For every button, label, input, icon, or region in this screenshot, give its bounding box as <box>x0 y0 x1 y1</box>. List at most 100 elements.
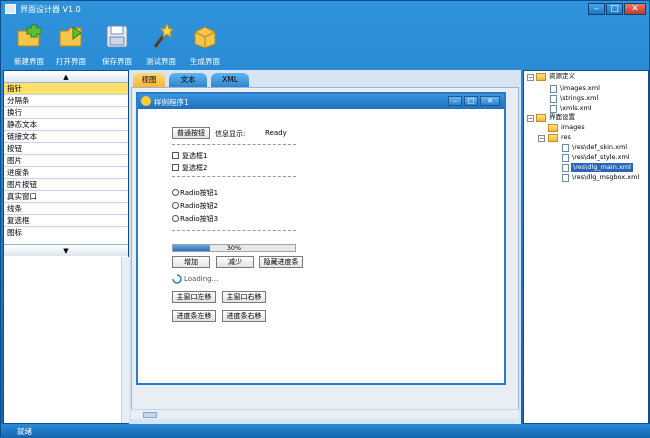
normal-button[interactable]: 普通按钮 <box>172 127 210 139</box>
dialog-app-icon <box>141 96 151 106</box>
palette-item-real-window[interactable]: 真实窗口 <box>4 191 128 203</box>
status-bar: 就绪 <box>1 424 650 438</box>
folder-icon <box>536 114 546 122</box>
open-ui-button[interactable]: 打开界面 <box>47 21 95 67</box>
tree-node-images-folder[interactable]: images <box>561 123 585 132</box>
window-title: 界面设计器 V1.0 <box>20 5 81 14</box>
resource-tree: − 资源定义 \images.xml \strings.xml \xmls.xm… <box>523 70 649 424</box>
generate-ui-button[interactable]: 生成界面 <box>181 21 229 67</box>
tree-node-strings-xml[interactable]: \strings.xml <box>560 94 598 103</box>
checkbox-2[interactable] <box>172 164 179 171</box>
palette-item-image-button[interactable]: 图片按钮 <box>4 179 128 191</box>
file-icon <box>550 85 557 93</box>
palette-item-newline[interactable]: 换行 <box>4 107 128 119</box>
dialog-title-bar[interactable]: 样例程序1 – □ ✕ <box>138 94 504 109</box>
radio-2-label: Radio按钮2 <box>180 202 219 210</box>
loading-spinner-icon <box>172 274 182 284</box>
main-window-left-button[interactable]: 主窗口左移 <box>172 291 216 303</box>
palette-item-line[interactable]: 线条 <box>4 203 128 215</box>
palette-item-progress[interactable]: 进度条 <box>4 167 128 179</box>
save-disk-icon <box>106 25 128 48</box>
scrollbar-thumb[interactable] <box>143 412 157 418</box>
title-bar[interactable]: 界面设计器 V1.0 – □ ✕ <box>1 1 650 18</box>
file-icon <box>562 164 569 172</box>
dialog-close-button[interactable]: ✕ <box>480 96 500 106</box>
divider-line <box>172 176 296 177</box>
tab-xml[interactable]: XML <box>211 73 249 87</box>
tree-node-xmls-xml[interactable]: \xmls.xml <box>560 104 592 113</box>
add-button[interactable]: 增加 <box>172 256 210 268</box>
palette-item-button[interactable]: 按钮 <box>4 143 128 155</box>
dialog-maximize-button[interactable]: □ <box>464 96 478 106</box>
palette-scroll-down[interactable]: ▼ <box>4 244 128 256</box>
palette-scroll-up[interactable]: ▲ <box>4 71 128 83</box>
open-folder-icon <box>59 26 82 47</box>
dialog-minimize-button[interactable]: – <box>448 96 462 106</box>
radio-2[interactable] <box>172 202 179 209</box>
file-icon <box>562 144 569 152</box>
palette-item-icon[interactable]: 图标 <box>4 227 128 239</box>
expand-toggle-icon[interactable]: − <box>538 135 545 142</box>
new-ui-label: 新建界面 <box>14 57 44 66</box>
divider-line <box>172 230 296 231</box>
tab-view[interactable]: 视图 <box>133 73 165 87</box>
tab-text[interactable]: 文本 <box>169 73 207 87</box>
palette-item-splitter[interactable]: 分隔条 <box>4 95 128 107</box>
progress-left-button[interactable]: 进度条左移 <box>172 310 216 322</box>
file-icon <box>562 174 569 182</box>
tree-node-res-folder[interactable]: res <box>561 133 571 142</box>
new-ui-button[interactable]: 新建界面 <box>5 21 53 67</box>
test-ui-button[interactable]: 测试界面 <box>137 21 185 67</box>
preview-dialog: 样例程序1 – □ ✕ 普通按钮 信息显示: Ready 复选框1 复选框2 R… <box>136 92 506 385</box>
folder-icon <box>548 134 558 142</box>
status-text: 就绪 <box>17 427 32 436</box>
file-icon <box>562 154 569 162</box>
palette-item-image[interactable]: 图片 <box>4 155 128 167</box>
save-ui-label: 保存界面 <box>102 57 132 66</box>
progress-right-button[interactable]: 进度条右移 <box>222 310 266 322</box>
tree-node-ui-settings[interactable]: 界面设置 <box>549 113 575 122</box>
checkbox-1-label: 复选框1 <box>182 152 208 160</box>
hide-progress-button[interactable]: 隐藏进度条 <box>259 256 303 268</box>
radio-1[interactable] <box>172 189 179 196</box>
checkbox-2-label: 复选框2 <box>182 164 208 172</box>
open-ui-label: 打开界面 <box>56 57 86 66</box>
palette-vertical-scrollbar[interactable] <box>121 257 129 423</box>
tree-node-def-style[interactable]: \res\def_style.xml <box>572 153 630 162</box>
palette-item-static-text[interactable]: 静态文本 <box>4 119 128 131</box>
expand-toggle-icon[interactable]: − <box>527 115 534 122</box>
tree-node-dlg-main[interactable]: \res\dlg_main.xml <box>571 163 633 172</box>
progress-text: 30% <box>226 244 242 252</box>
loading-text: Loading... <box>184 275 219 283</box>
tree-node-images-xml[interactable]: \images.xml <box>560 84 600 93</box>
info-label: 信息显示: <box>215 130 246 138</box>
main-window: 界面设计器 V1.0 – □ ✕ 新建界面 打开界面 保存界面 测试界面 生成界… <box>0 0 650 438</box>
tree-node-resource-def[interactable]: 资源定义 <box>549 72 575 81</box>
radio-1-label: Radio按钮1 <box>180 189 219 197</box>
tree-node-dlg-msgbox[interactable]: \res\dlg_msgbox.xml <box>572 173 639 182</box>
reduce-button[interactable]: 减少 <box>216 256 254 268</box>
save-ui-button[interactable]: 保存界面 <box>93 21 141 67</box>
generate-ui-label: 生成界面 <box>190 57 220 66</box>
file-icon <box>550 95 557 103</box>
toolbar: 新建界面 打开界面 保存界面 测试界面 生成界面 <box>1 18 650 68</box>
new-folder-icon <box>17 24 41 47</box>
expand-toggle-icon[interactable]: − <box>527 74 534 81</box>
magic-wand-icon <box>153 23 173 48</box>
folder-icon <box>536 73 546 81</box>
design-canvas: 样例程序1 – □ ✕ 普通按钮 信息显示: Ready 复选框1 复选框2 R… <box>131 87 519 413</box>
palette-item-checkbox[interactable]: 复选框 <box>4 215 128 227</box>
palette-item-link-text[interactable]: 链接文本 <box>4 131 128 143</box>
palette-item-pointer[interactable]: 指针 <box>4 83 128 95</box>
checkbox-1[interactable] <box>172 152 179 159</box>
designer-horizontal-scrollbar[interactable] <box>131 409 519 419</box>
close-button[interactable]: ✕ <box>624 3 646 15</box>
info-value: Ready <box>265 129 287 137</box>
maximize-button[interactable]: □ <box>606 3 623 15</box>
radio-3-label: Radio按钮3 <box>180 215 219 223</box>
main-window-right-button[interactable]: 主窗口右移 <box>222 291 266 303</box>
radio-3[interactable] <box>172 215 179 222</box>
tree-node-def-skin[interactable]: \res\def_skin.xml <box>572 143 627 152</box>
minimize-button[interactable]: – <box>588 3 605 15</box>
divider-line <box>172 144 296 145</box>
